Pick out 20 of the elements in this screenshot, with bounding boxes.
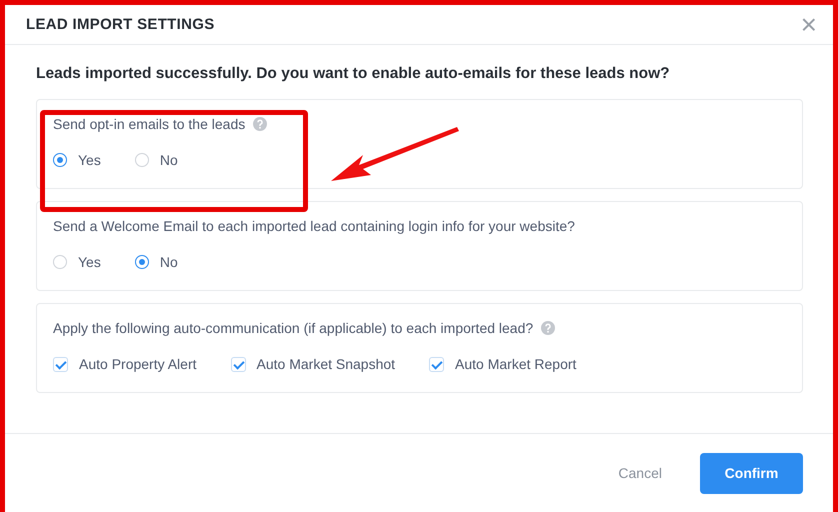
checkbox[interactable]: [53, 356, 68, 372]
checkbox[interactable]: [429, 356, 444, 372]
option-label: Yes: [78, 254, 101, 270]
radio-button[interactable]: [134, 255, 149, 269]
section-label: Send opt-in emails to the leads: [53, 116, 246, 132]
option-label: Auto Market Snapshot: [256, 356, 396, 372]
cancel-button[interactable]: Cancel: [604, 455, 676, 491]
option-label: Auto Market Report: [455, 356, 576, 372]
confirm-button[interactable]: Confirm: [700, 452, 803, 494]
section-label: Send a Welcome Email to each imported lead containing login info for your website?: [53, 218, 575, 234]
option-label: No: [160, 152, 178, 168]
checkbox[interactable]: [230, 356, 246, 372]
radio-button[interactable]: [53, 153, 67, 167]
option-label: Auto Property Alert: [79, 356, 197, 372]
option-label: Yes: [78, 152, 101, 168]
dialog-title: LEAD IMPORT SETTINGS: [26, 16, 215, 33]
option-label: No: [160, 254, 178, 270]
section-label: Apply the following auto-communication (if applicable) to each imported lead?: [53, 320, 534, 336]
close-button[interactable]: ×: [800, 10, 817, 38]
question-text: Leads imported successfully. Do you want to enable auto-emails for these leads now?: [36, 65, 671, 83]
